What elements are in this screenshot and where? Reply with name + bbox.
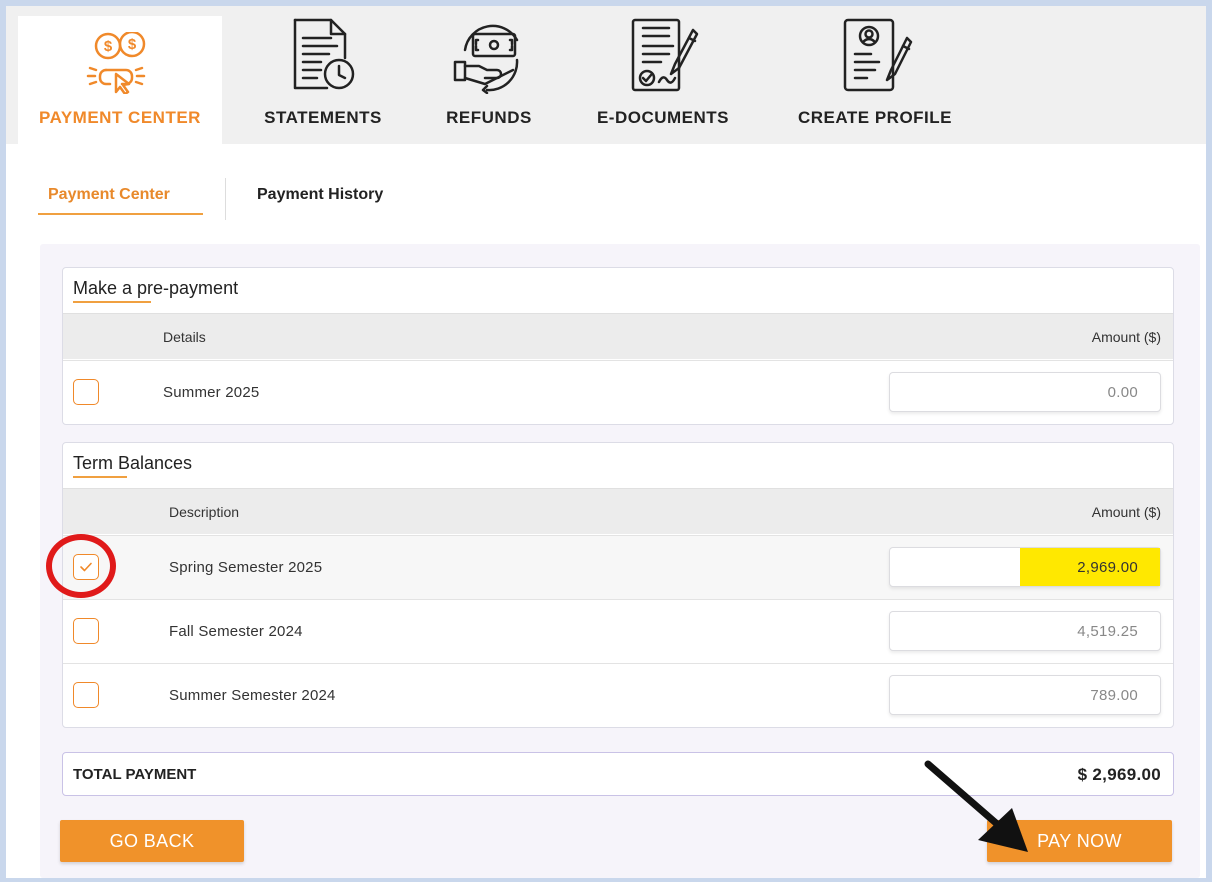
nav-tab-label: E-DOCUMENTS (596, 108, 730, 127)
subtab-payment-center[interactable]: Payment Center (48, 186, 170, 204)
row-checkbox[interactable] (73, 682, 99, 708)
amount-input[interactable]: 2,969.00 (889, 547, 1161, 587)
top-navigation: $ $ PAYMENT CENTER STATEMENTS REFUNDS E-… (6, 6, 1206, 144)
title-underline (73, 301, 151, 303)
table-row: Summer 2025 0.00 (63, 360, 1173, 424)
amount-input[interactable]: 4,519.25 (889, 611, 1161, 651)
highlighted-amount: 2,969.00 (1020, 548, 1160, 586)
term-balances-card: Term Balances Description Amount ($) Spr… (62, 442, 1174, 728)
check-icon (80, 562, 92, 572)
nav-tab-refunds[interactable]: REFUNDS (426, 16, 552, 144)
pay-now-button[interactable]: PAY NOW (987, 820, 1172, 862)
page-frame: $ $ PAYMENT CENTER STATEMENTS REFUNDS E-… (6, 6, 1206, 878)
subtab-payment-history[interactable]: Payment History (257, 186, 383, 204)
payment-click-icon: $ $ (84, 16, 156, 94)
table-row: Spring Semester 2025 2,969.00 (63, 535, 1173, 599)
subtab-active-underline (38, 213, 203, 215)
prepayment-card: Make a pre-payment Details Amount ($) Su… (62, 267, 1174, 425)
statement-clock-icon (287, 16, 359, 94)
row-label: Summer 2025 (163, 384, 260, 401)
row-checkbox[interactable] (73, 379, 99, 405)
nav-tab-label: STATEMENTS (264, 108, 382, 127)
row-label: Spring Semester 2025 (169, 559, 323, 576)
header-amount: Amount ($) (1091, 329, 1161, 345)
row-checkbox[interactable] (73, 618, 99, 644)
profile-edit-icon (835, 16, 915, 94)
go-back-button[interactable]: GO BACK (60, 820, 244, 862)
term-table-header: Description Amount ($) (63, 488, 1173, 534)
nav-tab-label: CREATE PROFILE (797, 108, 953, 127)
content-panel: Make a pre-payment Details Amount ($) Su… (40, 244, 1200, 878)
row-label: Summer Semester 2024 (169, 687, 336, 704)
document-sign-icon (623, 16, 703, 94)
prepayment-title: Make a pre-payment (73, 278, 239, 298)
title-underline (73, 476, 127, 478)
refund-hand-cash-icon (451, 16, 527, 94)
svg-text:$: $ (104, 38, 113, 55)
header-details: Details (163, 329, 206, 345)
nav-tab-e-documents[interactable]: E-DOCUMENTS (578, 16, 748, 144)
prepayment-table-header: Details Amount ($) (63, 313, 1173, 359)
header-description: Description (169, 504, 240, 520)
svg-text:$: $ (128, 36, 137, 53)
table-row: Fall Semester 2024 4,519.25 (63, 599, 1173, 663)
term-balances-title: Term Balances (73, 453, 193, 473)
nav-tab-label: PAYMENT CENTER (39, 108, 201, 127)
row-label: Fall Semester 2024 (169, 623, 303, 640)
table-row: Summer Semester 2024 789.00 (63, 663, 1173, 727)
amount-input[interactable]: 789.00 (889, 675, 1161, 715)
nav-tab-payment-center[interactable]: $ $ PAYMENT CENTER (18, 16, 222, 144)
nav-tab-label: REFUNDS (446, 108, 532, 127)
total-value: $ 2,969.00 (1077, 765, 1161, 784)
amount-input[interactable]: 0.00 (889, 372, 1161, 412)
row-checkbox-checked[interactable] (73, 554, 99, 580)
nav-tab-statements[interactable]: STATEMENTS (238, 16, 408, 144)
nav-tab-create-profile[interactable]: CREATE PROFILE (782, 16, 968, 144)
total-payment-bar: TOTAL PAYMENT $ 2,969.00 (62, 752, 1174, 796)
total-label: TOTAL PAYMENT (73, 766, 197, 783)
subtab-divider (225, 178, 226, 220)
header-amount: Amount ($) (1091, 504, 1161, 520)
